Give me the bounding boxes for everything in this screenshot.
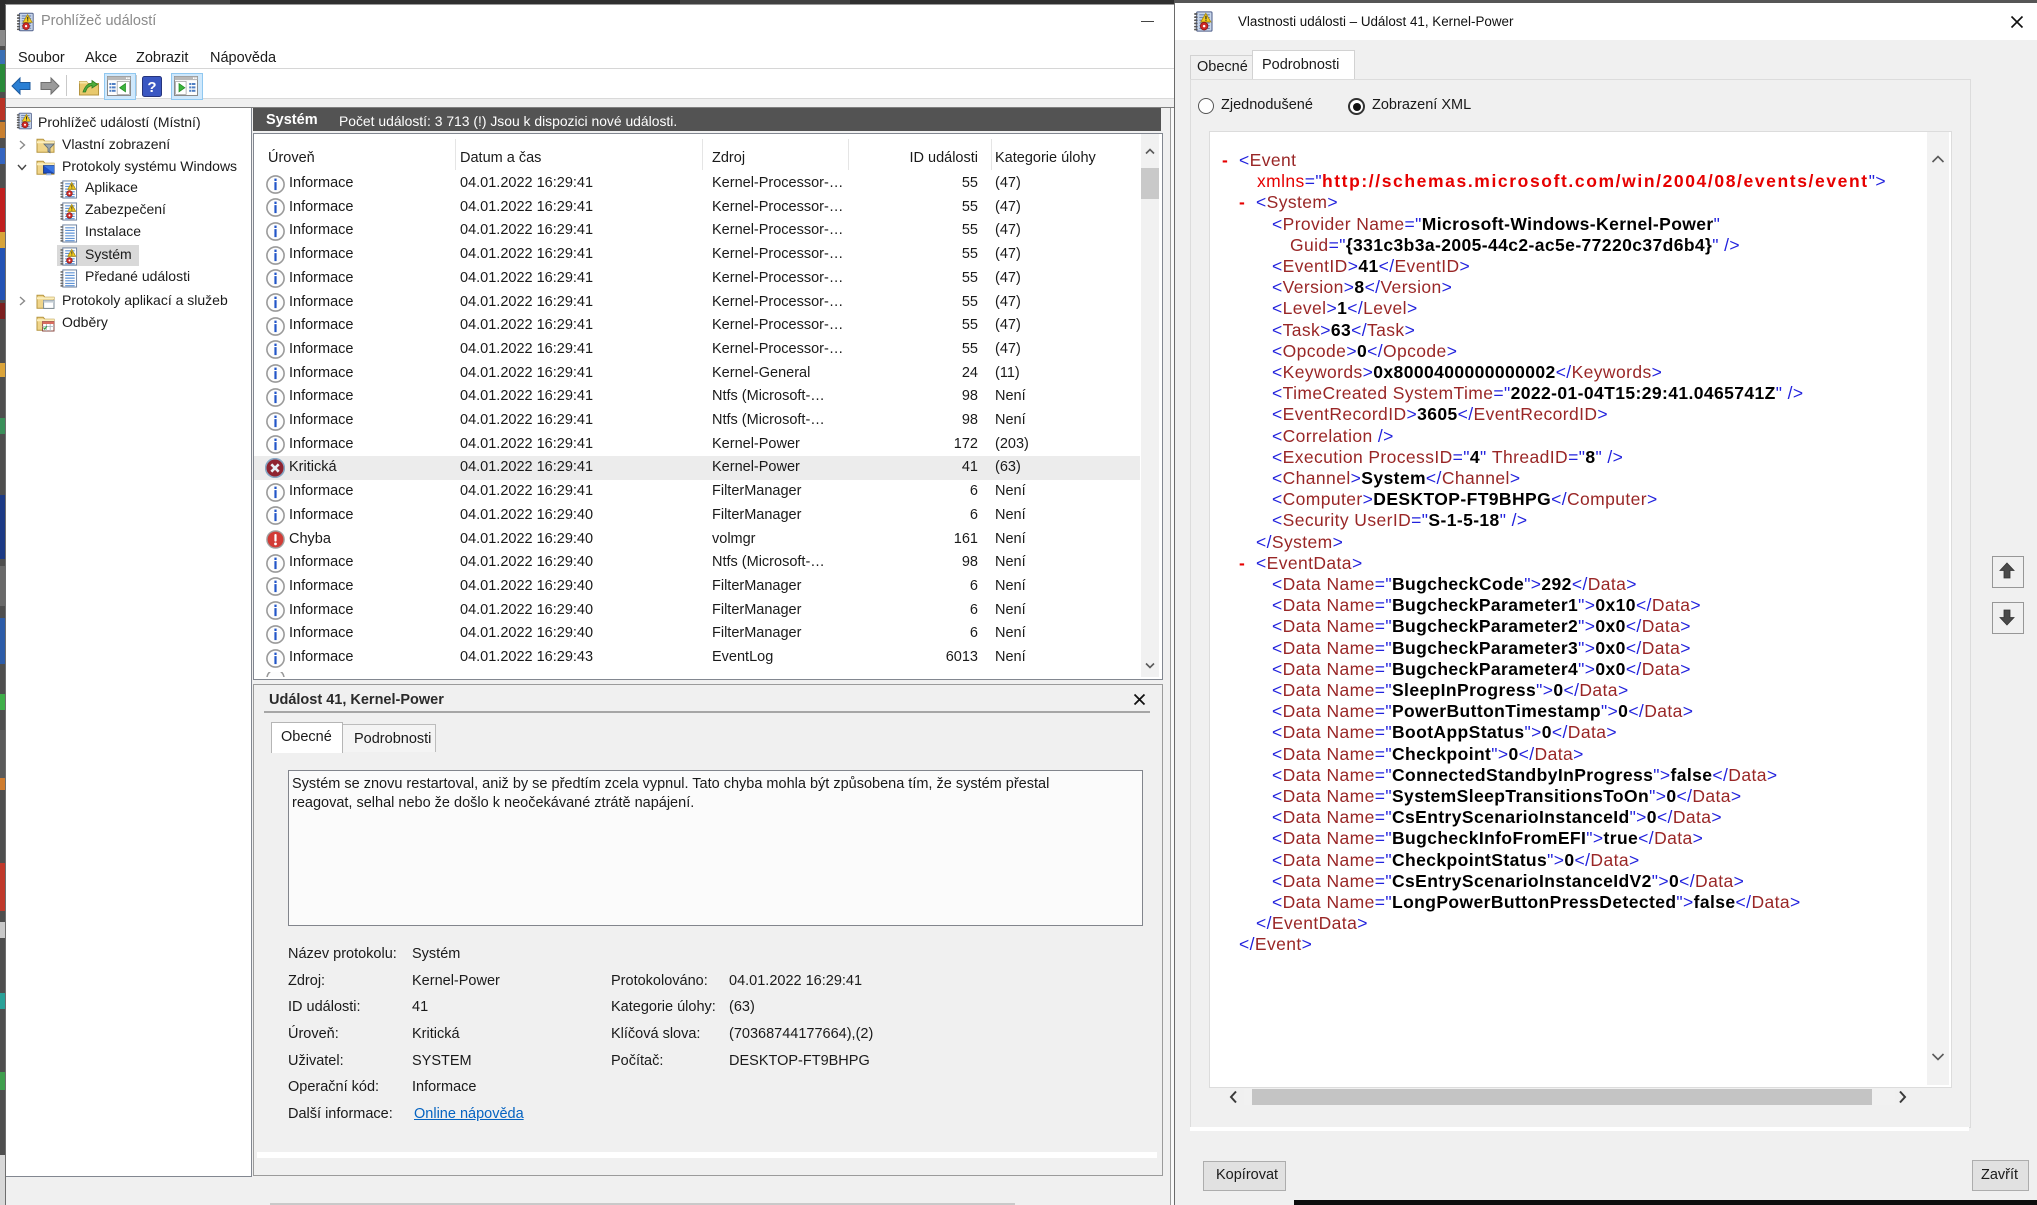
svg-text:?: ? [147, 79, 156, 96]
